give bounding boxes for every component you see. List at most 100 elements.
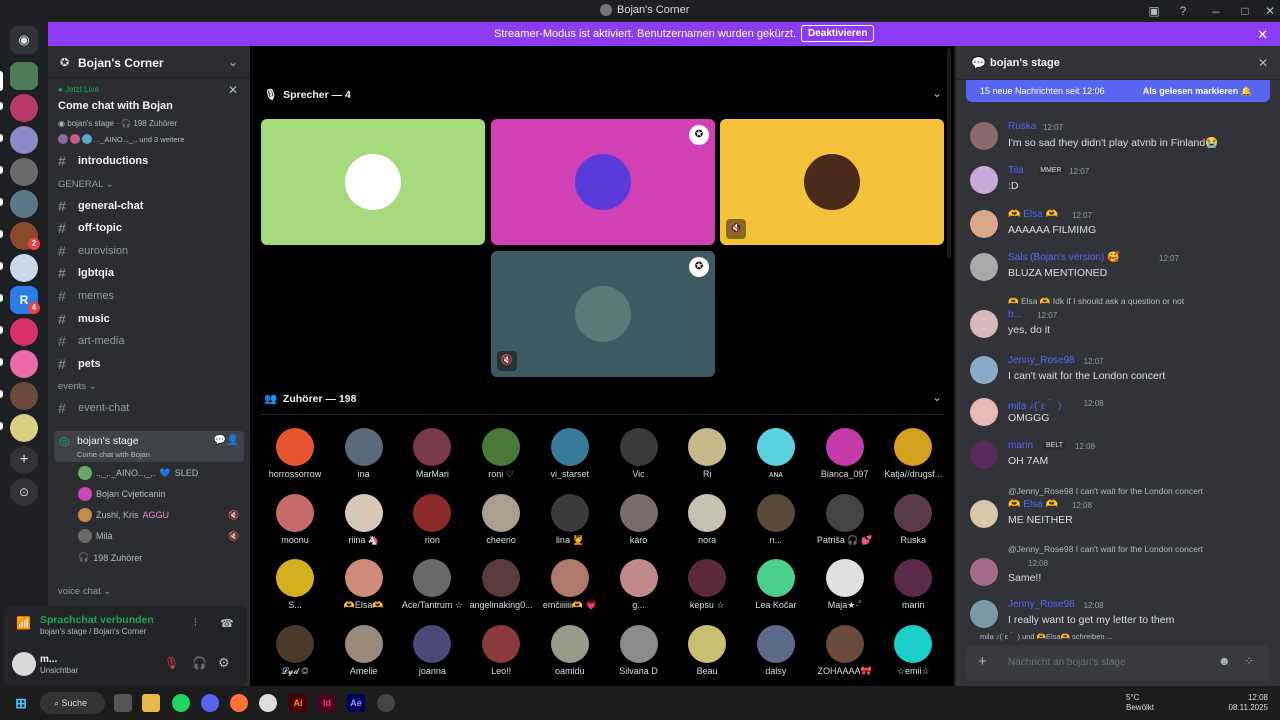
- settings-gear-icon[interactable]: ⚙: [218, 655, 230, 671]
- listener[interactable]: Amelie: [331, 624, 397, 676]
- message-composer[interactable]: + Nachricht an bojan's stage ☻ ⁘: [966, 645, 1270, 681]
- chat-icon[interactable]: 💬: [214, 435, 226, 446]
- channel-art-media[interactable]: # art-media: [58, 331, 244, 351]
- chevron-down-icon[interactable]: ⌄: [228, 55, 238, 69]
- listener[interactable]: riina 🦄: [331, 493, 397, 546]
- server-icon[interactable]: [10, 382, 38, 410]
- server-icon[interactable]: [10, 126, 38, 154]
- stage-member[interactable]: .,_,._AINO..,_,. 💙 SLED: [78, 466, 198, 480]
- listener[interactable]: joanna: [399, 624, 465, 676]
- avatar[interactable]: [970, 398, 998, 426]
- voice-status[interactable]: Sprachchat verbunden: [40, 614, 154, 626]
- listener[interactable]: Leo!!: [468, 624, 534, 676]
- avatar[interactable]: [970, 500, 998, 528]
- close-icon[interactable]: ✕: [1258, 56, 1268, 70]
- listener[interactable]: horrossorrow: [262, 428, 328, 479]
- server-icon[interactable]: [10, 62, 38, 90]
- message-author[interactable]: Sals (Bojan's version) 🥰: [1008, 252, 1120, 263]
- spotify-icon[interactable]: [172, 694, 190, 712]
- chevron-down-icon[interactable]: ⌄: [932, 390, 942, 404]
- listener[interactable]: cheerio: [468, 493, 534, 545]
- apps-icon[interactable]: ⁘: [1244, 654, 1254, 668]
- browser-icon[interactable]: [259, 694, 277, 712]
- message-author[interactable]: 🫶 Elsa 🫶: [1008, 209, 1058, 220]
- chat-message[interactable]: @Jenny_Rose98 I can't wait for the Londo…: [956, 544, 1280, 586]
- chat-message[interactable]: Jenny_Rose98 12:07 I can't wait for the Lo…: [956, 354, 1280, 394]
- listener[interactable]: roni ♡: [468, 428, 534, 480]
- mark-read-button[interactable]: Als gelesen markieren 🔔: [1143, 86, 1252, 97]
- live-stage-card[interactable]: ● Jetzt Live ✕ Come chat with Bojan ◉ bo…: [48, 79, 250, 149]
- inbox-icon[interactable]: ▣: [1146, 3, 1162, 19]
- new-messages-bar[interactable]: 15 neue Nachrichten seit 12:06 Als geles…: [966, 80, 1270, 102]
- add-server-icon[interactable]: +: [10, 446, 38, 474]
- active-stage-channel[interactable]: ◎ bojan's stage Come chat with Bojan 💬 👤: [54, 431, 244, 462]
- channel-off-topic[interactable]: # off-topic: [58, 218, 244, 238]
- firefox-icon[interactable]: [230, 694, 248, 712]
- clock[interactable]: 12:08 08.11.2025: [1228, 693, 1268, 713]
- chevron-down-icon[interactable]: ⌄: [932, 86, 942, 100]
- avatar[interactable]: [970, 210, 998, 238]
- listener[interactable]: 𝓛𝔂𝓭 ◎: [262, 624, 328, 677]
- speaker-tile[interactable]: [261, 119, 485, 245]
- taskbar-search[interactable]: ⌕ Suche: [40, 692, 105, 714]
- listener[interactable]: Lea Kočar: [743, 559, 809, 610]
- chat-message[interactable]: marin BELT 12:08 OH 7AM: [956, 439, 1280, 479]
- listener[interactable]: ᴀɴᴀ: [743, 428, 809, 479]
- listener[interactable]: ina: [331, 428, 397, 479]
- avatar[interactable]: [970, 166, 998, 194]
- listener[interactable]: rion: [399, 493, 465, 545]
- chat-message[interactable]: @Jenny_Rose98 I can't wait for the Londo…: [956, 486, 1280, 528]
- message-input[interactable]: Nachricht an bojan's stage: [1008, 657, 1126, 668]
- avatar[interactable]: [12, 652, 36, 676]
- listener[interactable]: daisy: [743, 624, 809, 676]
- avatar[interactable]: [970, 600, 998, 628]
- listener[interactable]: Ruska: [880, 493, 946, 545]
- server-icon[interactable]: [10, 414, 38, 442]
- stage-member[interactable]: Zushi, Kris AGGU 🔇: [78, 508, 239, 522]
- chat-message[interactable]: 🫶 Elsa 🫶 Idk if I should ask a question …: [956, 296, 1280, 338]
- listener[interactable]: Beau: [674, 624, 740, 676]
- indesign-icon[interactable]: Id: [318, 694, 336, 712]
- channel-memes[interactable]: # memes: [58, 286, 244, 306]
- add-attachment-icon[interactable]: +: [978, 653, 987, 670]
- avatar[interactable]: [970, 441, 998, 469]
- avatar[interactable]: [970, 253, 998, 281]
- channel-general-chat[interactable]: # general-chat: [58, 196, 244, 216]
- listener[interactable]: Patriša 🎧 💕: [812, 493, 878, 546]
- illustrator-icon[interactable]: Ai: [289, 694, 307, 712]
- headphones-icon[interactable]: 🎧: [192, 656, 207, 670]
- listener[interactable]: Ace/Tantrum ☆: [399, 559, 465, 611]
- category-events[interactable]: events ⌄: [58, 381, 97, 392]
- category-voice-chat[interactable]: voice chat ⌄: [58, 586, 111, 597]
- after-effects-icon[interactable]: Ae: [347, 694, 365, 712]
- stage-member[interactable]: Milà 🔇: [78, 529, 239, 543]
- chat-message[interactable]: mila ♪(´ε｀ ) 12:08 OMGGG: [956, 396, 1280, 436]
- weather[interactable]: 5°C Bewölkt: [1126, 693, 1154, 713]
- server-icon[interactable]: [10, 94, 38, 122]
- channel-lgbtqia[interactable]: # lgbtqia: [58, 263, 244, 283]
- channel-eurovision[interactable]: # eurovision: [58, 241, 244, 261]
- reply-preview[interactable]: @Jenny_Rose98 I can't wait for the Londo…: [1008, 544, 1203, 554]
- listener[interactable]: 🫶Elsa🫶: [331, 559, 397, 611]
- listener[interactable]: kepsu ☆: [674, 559, 740, 611]
- channel-event-chat[interactable]: # event-chat: [58, 398, 244, 418]
- listener[interactable]: S...: [262, 559, 328, 610]
- listener[interactable]: emčiiiiii🫶 💗: [537, 559, 603, 611]
- server-icon[interactable]: [10, 190, 38, 218]
- listener[interactable]: karo: [606, 493, 672, 545]
- close-window-button[interactable]: ✕: [1262, 3, 1278, 19]
- listener[interactable]: moonu: [262, 493, 328, 545]
- message-author[interactable]: Jenny_Rose98: [1008, 599, 1075, 610]
- chat-message[interactable]: Tiia MMER 12:07:D: [956, 164, 1280, 204]
- message-author[interactable]: Ruska: [1008, 121, 1036, 132]
- avatar[interactable]: [970, 356, 998, 384]
- listener[interactable]: Maja★·˚: [812, 559, 878, 611]
- maximize-button[interactable]: □: [1237, 3, 1253, 19]
- listener[interactable]: MarMari: [399, 428, 465, 479]
- listener[interactable]: ☆emii☆: [880, 624, 946, 677]
- listener[interactable]: ZOHAAAA🎀: [812, 624, 878, 677]
- mute-mic-icon[interactable]: 🎙: [164, 656, 179, 670]
- discover-icon[interactable]: ⊙: [10, 478, 38, 506]
- channel-introductions[interactable]: # introductions: [58, 151, 244, 171]
- listener[interactable]: Bianca_097: [812, 428, 878, 479]
